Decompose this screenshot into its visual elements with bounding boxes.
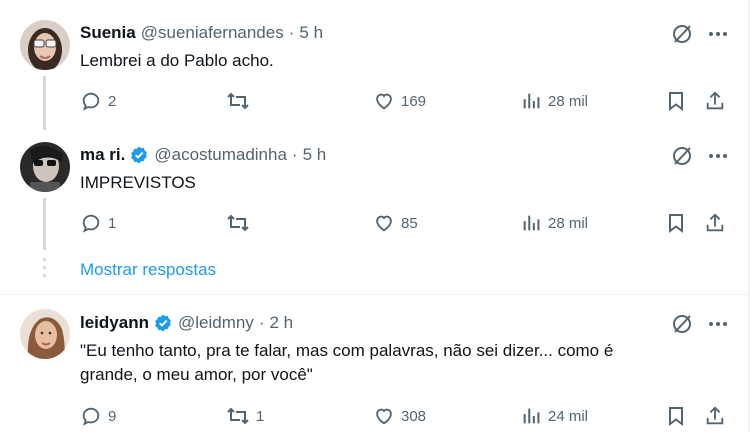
tweet-2[interactable]: ma ri. @acostumadinha · 5 h IMPREVISTOS … [0,130,748,250]
verified-badge-icon [155,314,171,332]
share-icon [704,212,726,234]
reply-count: 9 [108,407,117,425]
share-icon [704,405,726,427]
tweet-actions: 2 169 28 mil [80,88,730,114]
bookmark-icon [666,405,686,427]
timestamp[interactable]: 5 h [299,23,323,43]
display-name[interactable]: leidyann [80,313,149,333]
like-icon [373,405,395,427]
grok-icon[interactable] [670,144,694,168]
user-handle[interactable]: @sueniafernandes [141,23,284,43]
views-count: 28 mil [548,214,589,232]
retweet-button[interactable] [226,210,256,236]
reply-button[interactable]: 9 [80,403,116,429]
share-button[interactable] [704,88,726,114]
tweet-text-line: "Eu tenho tanto, pra te falar, mas com p… [80,341,614,360]
tweet-top-actions [670,312,728,336]
share-button[interactable] [704,210,726,236]
tweet-actions: 9 1 308 24 mil [80,403,730,429]
separator-dot: · [258,313,265,332]
tweet-top-actions [670,144,728,168]
grok-icon[interactable] [670,312,694,336]
tweet-top-actions [670,22,728,46]
views-count: 28 mil [548,92,589,110]
like-button[interactable]: 308 [373,403,426,429]
retweet-icon [226,212,250,234]
thread-dots [43,258,46,284]
retweet-button[interactable] [226,88,256,114]
bookmark-icon [666,212,686,234]
tweet-3[interactable]: leidyann @leidmny · 2 h "Eu tenho tanto,… [0,295,748,432]
avatar[interactable] [20,20,70,70]
share-button[interactable] [704,403,726,429]
more-icon[interactable] [708,146,728,166]
separator-dot: · [288,23,295,42]
tweet-text: Lembrei a do Pablo acho. [80,49,274,73]
tweet-header: Suenia @sueniafernandes · 5 h [80,22,323,44]
avatar[interactable] [20,309,70,359]
share-icon [704,90,726,112]
verified-badge-icon [131,146,148,164]
retweet-button[interactable]: 1 [226,403,264,429]
bookmark-button[interactable] [666,403,686,429]
user-handle[interactable]: @leidmny [178,313,254,333]
views-count: 24 mil [548,407,589,425]
tweet-text-line: Lembrei a do Pablo acho. [80,51,274,70]
views-icon [520,212,542,234]
bookmark-button[interactable] [666,88,686,114]
tweet-header: ma ri. @acostumadinha · 5 h [80,144,326,166]
user-handle[interactable]: @acostumadinha [154,145,287,165]
thread-line [43,76,46,130]
more-icon[interactable] [708,314,728,334]
views-button[interactable]: 28 mil [520,210,588,236]
bookmark-icon [666,90,686,112]
views-button[interactable]: 24 mil [520,403,588,429]
bookmark-button[interactable] [666,210,686,236]
more-icon[interactable] [708,24,728,44]
views-icon [520,90,542,112]
tweet-text-line: grande, o meu amor, por você" [80,365,313,384]
like-count: 169 [401,92,427,110]
like-button[interactable]: 85 [373,210,418,236]
thread-line [43,198,46,250]
reply-count: 1 [108,214,117,232]
show-replies-link[interactable]: Mostrar respostas [80,260,216,280]
grok-icon[interactable] [670,22,694,46]
like-count: 85 [401,214,418,232]
avatar[interactable] [20,142,70,192]
tweet-text: IMPREVISTOS [80,171,196,195]
like-count: 308 [401,407,427,425]
like-button[interactable]: 169 [373,88,426,114]
tweet-1[interactable]: Suenia @sueniafernandes · 5 h Lembrei a … [0,0,748,130]
like-icon [373,90,395,112]
retweet-icon [226,405,250,427]
tweet-text: "Eu tenho tanto, pra te falar, mas com p… [80,339,613,387]
separator-dot: · [291,145,298,164]
reply-button[interactable]: 1 [80,210,116,236]
display-name[interactable]: Suenia [80,23,136,43]
views-button[interactable]: 28 mil [520,88,588,114]
views-icon [520,405,542,427]
reply-icon [80,405,102,427]
display-name[interactable]: ma ri. [80,145,125,165]
timestamp[interactable]: 2 h [269,313,293,333]
tweet-text-line: IMPREVISTOS [80,173,196,192]
tweet-actions: 1 85 28 mil [80,210,730,236]
retweet-count: 1 [256,407,265,425]
reply-count: 2 [108,92,117,110]
tweet-header: leidyann @leidmny · 2 h [80,312,293,334]
timestamp[interactable]: 5 h [303,145,327,165]
reply-icon [80,212,102,234]
reply-button[interactable]: 2 [80,88,116,114]
like-icon [373,212,395,234]
reply-icon [80,90,102,112]
retweet-icon [226,90,250,112]
